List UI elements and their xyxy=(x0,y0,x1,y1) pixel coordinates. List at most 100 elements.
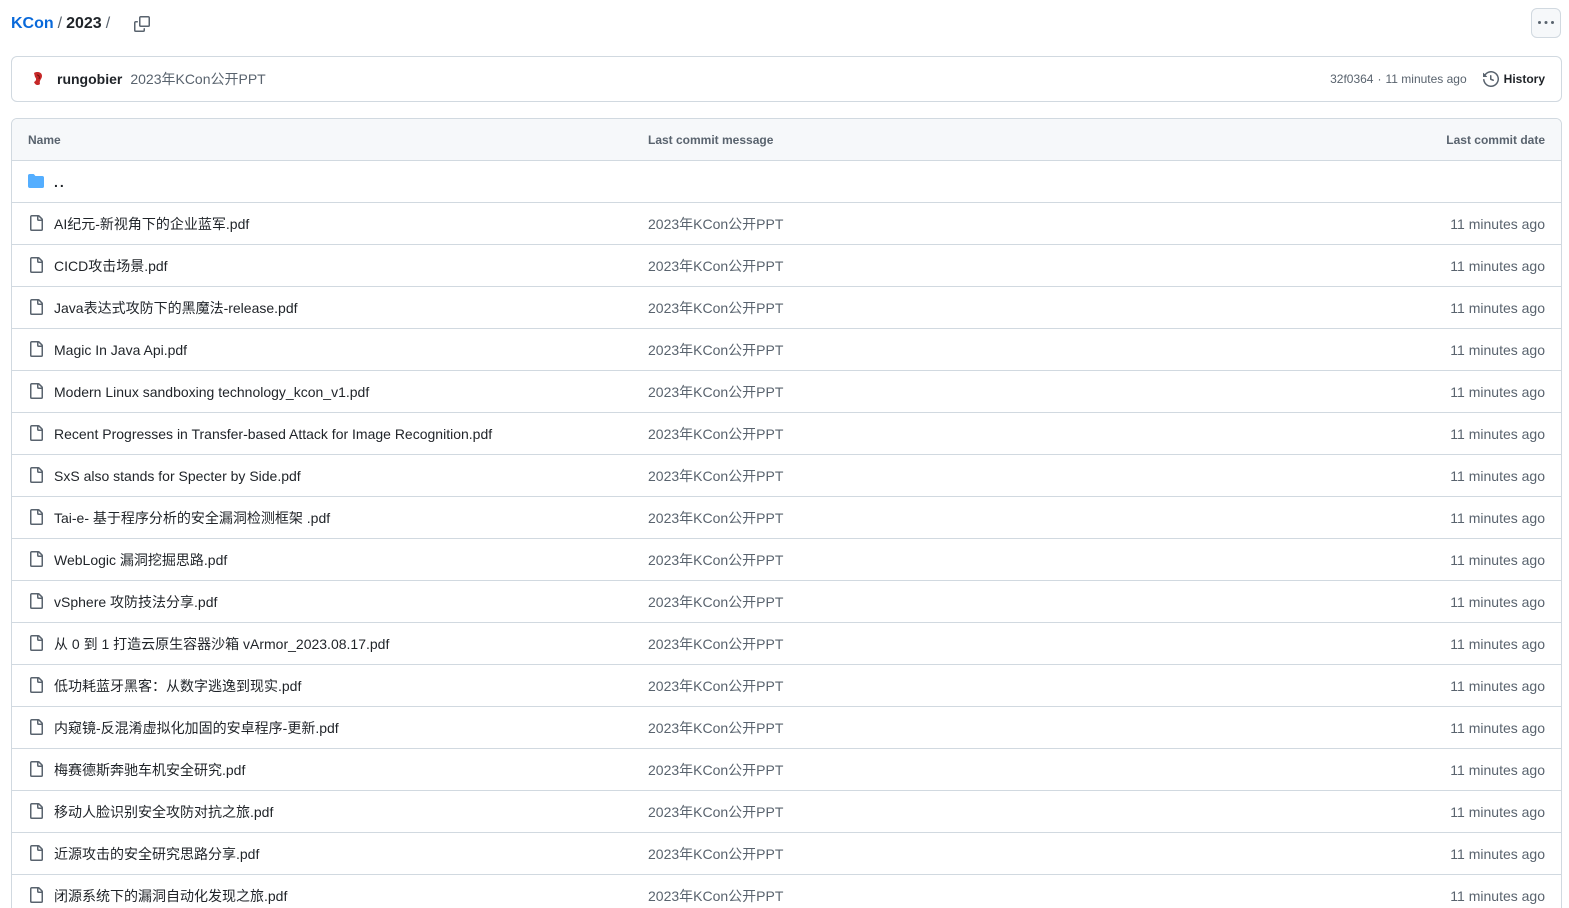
table-row[interactable]: Recent Progresses in Transfer-based Atta… xyxy=(12,413,1561,455)
file-commit-message-link[interactable]: 2023年KCon公开PPT xyxy=(648,382,783,402)
file-rows: AI纪元-新视角下的企业蓝军.pdf 2023年KCon公开PPT 11 min… xyxy=(12,203,1561,908)
file-icon xyxy=(30,551,43,567)
table-row[interactable]: vSphere 攻防技法分享.pdf 2023年KCon公开PPT 11 min… xyxy=(12,581,1561,623)
commit-meta: 32f0364 · 11 minutes ago History xyxy=(1330,67,1545,91)
file-commit-date: 11 minutes ago xyxy=(1450,761,1545,778)
file-commit-date: 11 minutes ago xyxy=(1450,257,1545,274)
file-commit-message-link[interactable]: 2023年KCon公开PPT xyxy=(648,340,783,360)
history-button[interactable]: History xyxy=(1482,67,1545,91)
table-row[interactable]: 近源攻击的安全研究思路分享.pdf 2023年KCon公开PPT 11 minu… xyxy=(12,833,1561,875)
file-commit-date: 11 minutes ago xyxy=(1450,341,1545,358)
file-name-link[interactable]: Magic In Java Api.pdf xyxy=(54,342,187,358)
file-commit-date: 11 minutes ago xyxy=(1450,215,1545,232)
file-commit-date: 11 minutes ago xyxy=(1450,509,1545,526)
table-row[interactable]: Modern Linux sandboxing technology_kcon_… xyxy=(12,371,1561,413)
copy-icon xyxy=(134,16,151,32)
file-commit-message-link[interactable]: 2023年KCon公开PPT xyxy=(648,508,783,528)
file-commit-message-link[interactable]: 2023年KCon公开PPT xyxy=(648,634,783,654)
file-commit-message-link[interactable]: 2023年KCon公开PPT xyxy=(648,760,783,780)
file-commit-message-link[interactable]: 2023年KCon公开PPT xyxy=(648,298,783,318)
file-icon xyxy=(30,887,43,903)
file-commit-date: 11 minutes ago xyxy=(1450,593,1545,610)
file-name-link[interactable]: 内窥镜-反混淆虚拟化加固的安卓程序-更新.pdf xyxy=(54,718,339,738)
file-commit-message-link[interactable]: 2023年KCon公开PPT xyxy=(648,718,783,738)
file-name-link[interactable]: 近源攻击的安全研究思路分享.pdf xyxy=(54,844,259,864)
history-icon xyxy=(1482,71,1499,87)
file-commit-message-link[interactable]: 2023年KCon公开PPT xyxy=(648,802,783,822)
file-commit-date: 11 minutes ago xyxy=(1450,635,1545,652)
table-row[interactable]: CICD攻击场景.pdf 2023年KCon公开PPT 11 minutes a… xyxy=(12,245,1561,287)
commit-meta-separator: · xyxy=(1377,72,1382,86)
file-commit-message-link[interactable]: 2023年KCon公开PPT xyxy=(648,844,783,864)
commit-sha-link[interactable]: 32f0364 xyxy=(1330,72,1373,86)
file-commit-date: 11 minutes ago xyxy=(1450,551,1545,568)
table-row[interactable]: 移动人脸识别安全攻防对抗之旅.pdf 2023年KCon公开PPT 11 min… xyxy=(12,791,1561,833)
file-name-link[interactable]: Modern Linux sandboxing technology_kcon_… xyxy=(54,384,369,400)
table-row[interactable]: 闭源系统下的漏洞自动化发现之旅.pdf 2023年KCon公开PPT 11 mi… xyxy=(12,875,1561,908)
commit-author-link[interactable]: rungobier xyxy=(57,71,122,87)
avatar[interactable] xyxy=(28,69,48,89)
file-commit-message-link[interactable]: 2023年KCon公开PPT xyxy=(648,214,783,234)
file-commit-message-link[interactable]: 2023年KCon公开PPT xyxy=(648,550,783,570)
table-row[interactable]: Magic In Java Api.pdf 2023年KCon公开PPT 11 … xyxy=(12,329,1561,371)
breadcrumb-trailing-separator: / xyxy=(105,15,111,32)
more-options-button[interactable] xyxy=(1531,8,1561,38)
file-name-link[interactable]: 梅赛德斯奔驰车机安全研究.pdf xyxy=(54,760,245,780)
file-name-link[interactable]: Tai-e- 基于程序分析的安全漏洞检测框架 .pdf xyxy=(54,508,330,528)
table-row[interactable]: SxS also stands for Specter by Side.pdf … xyxy=(12,455,1561,497)
table-row[interactable]: AI纪元-新视角下的企业蓝军.pdf 2023年KCon公开PPT 11 min… xyxy=(12,203,1561,245)
breadcrumb-separator: / xyxy=(57,15,63,32)
file-name-link[interactable]: 闭源系统下的漏洞自动化发现之旅.pdf xyxy=(54,886,287,906)
file-commit-date: 11 minutes ago xyxy=(1450,845,1545,862)
commit-time: 11 minutes ago xyxy=(1385,72,1467,86)
table-row[interactable]: 内窥镜-反混淆虚拟化加固的安卓程序-更新.pdf 2023年KCon公开PPT … xyxy=(12,707,1561,749)
copy-path-button[interactable] xyxy=(128,10,156,38)
table-row[interactable]: Tai-e- 基于程序分析的安全漏洞检测框架 .pdf 2023年KCon公开P… xyxy=(12,497,1561,539)
table-header: Name Last commit message Last commit dat… xyxy=(12,119,1561,161)
file-icon xyxy=(30,803,43,819)
file-name-link[interactable]: Recent Progresses in Transfer-based Atta… xyxy=(54,426,492,442)
file-name-link[interactable]: Java表达式攻防下的黑魔法-release.pdf xyxy=(54,298,298,318)
table-row[interactable]: Java表达式攻防下的黑魔法-release.pdf 2023年KCon公开PP… xyxy=(12,287,1561,329)
file-icon xyxy=(30,257,43,273)
file-icon xyxy=(30,509,43,525)
file-commit-message-link[interactable]: 2023年KCon公开PPT xyxy=(648,886,783,906)
commit-message-link[interactable]: 2023年KCon公开PPT xyxy=(130,69,265,89)
file-name-link[interactable]: SxS also stands for Specter by Side.pdf xyxy=(54,468,301,484)
file-name-link[interactable]: WebLogic 漏洞挖掘思路.pdf xyxy=(54,550,227,570)
file-name-link[interactable]: 低功耗蓝牙黑客：从数字逃逸到现实.pdf xyxy=(54,676,301,696)
file-name-link[interactable]: 移动人脸识别安全攻防对抗之旅.pdf xyxy=(54,802,273,822)
kebab-horizontal-icon xyxy=(1538,21,1554,24)
table-row[interactable]: 低功耗蓝牙黑客：从数字逃逸到现实.pdf 2023年KCon公开PPT 11 m… xyxy=(12,665,1561,707)
table-row[interactable]: 梅赛德斯奔驰车机安全研究.pdf 2023年KCon公开PPT 11 minut… xyxy=(12,749,1561,791)
file-table: Name Last commit message Last commit dat… xyxy=(11,118,1562,908)
parent-directory-link[interactable]: .. xyxy=(54,174,66,190)
table-row[interactable]: 从 0 到 1 打造云原生容器沙箱 vArmor_2023.08.17.pdf … xyxy=(12,623,1561,665)
avatar-image-icon xyxy=(28,69,48,89)
file-commit-message-link[interactable]: 2023年KCon公开PPT xyxy=(648,466,783,486)
parent-directory-row[interactable]: .. xyxy=(12,161,1561,203)
file-name-link[interactable]: CICD攻击场景.pdf xyxy=(54,256,168,276)
file-commit-message-link[interactable]: 2023年KCon公开PPT xyxy=(648,592,783,612)
file-commit-message-link[interactable]: 2023年KCon公开PPT xyxy=(648,676,783,696)
file-icon xyxy=(30,467,43,483)
file-commit-date: 11 minutes ago xyxy=(1450,887,1545,904)
latest-commit-box: rungobier 2023年KCon公开PPT 32f0364 · 11 mi… xyxy=(11,56,1562,102)
file-icon xyxy=(30,845,43,861)
file-commit-message-link[interactable]: 2023年KCon公开PPT xyxy=(648,256,783,276)
file-name-link[interactable]: vSphere 攻防技法分享.pdf xyxy=(54,592,217,612)
breadcrumb-repo-link[interactable]: KCon xyxy=(11,15,54,33)
file-name-link[interactable]: 从 0 到 1 打造云原生容器沙箱 vArmor_2023.08.17.pdf xyxy=(54,634,389,654)
file-icon xyxy=(30,593,43,609)
file-commit-date: 11 minutes ago xyxy=(1450,299,1545,316)
breadcrumb: KCon / 2023 / xyxy=(11,8,156,40)
file-commit-date: 11 minutes ago xyxy=(1450,467,1545,484)
file-commit-message-link[interactable]: 2023年KCon公开PPT xyxy=(648,424,783,444)
column-header-date: Last commit date xyxy=(1446,132,1545,147)
table-row[interactable]: WebLogic 漏洞挖掘思路.pdf 2023年KCon公开PPT 11 mi… xyxy=(12,539,1561,581)
file-commit-date: 11 minutes ago xyxy=(1450,719,1545,736)
file-commit-date: 11 minutes ago xyxy=(1450,677,1545,694)
file-icon xyxy=(30,215,43,231)
file-name-link[interactable]: AI纪元-新视角下的企业蓝军.pdf xyxy=(54,214,249,234)
file-commit-date: 11 minutes ago xyxy=(1450,383,1545,400)
